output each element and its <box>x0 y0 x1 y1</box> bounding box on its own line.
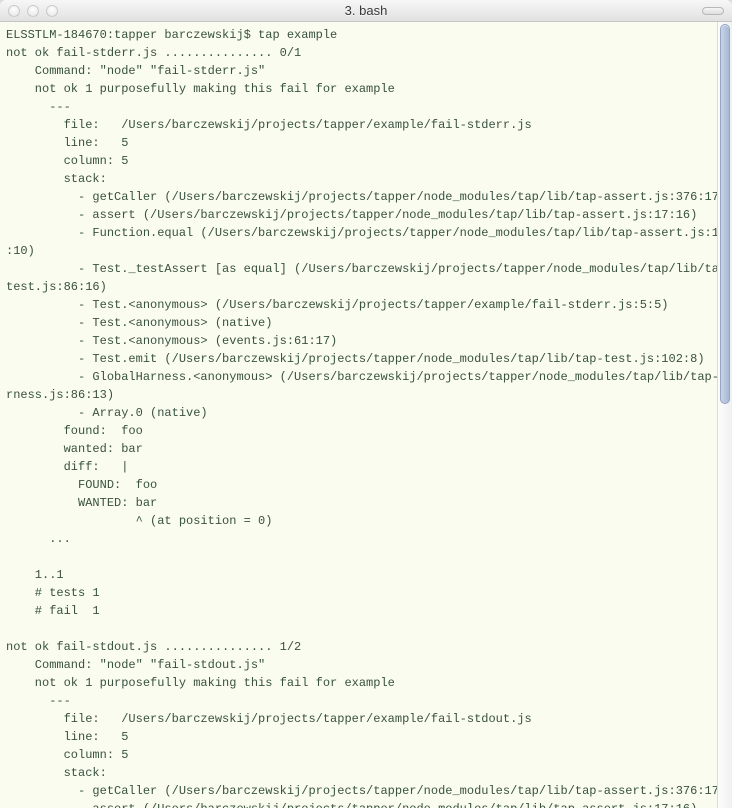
shell-command: tap example <box>258 28 337 42</box>
titlebar[interactable]: 3. bash <box>0 0 732 22</box>
minimize-icon[interactable] <box>27 5 39 17</box>
window-title: 3. bash <box>345 3 388 18</box>
terminal-window: 3. bash ELSSTLM-184670:tapper barczewski… <box>0 0 732 808</box>
scrollbar-thumb[interactable] <box>720 24 730 404</box>
shell-prompt: ELSSTLM-184670:tapper barczewskij$ <box>6 28 251 42</box>
toolbar-pill-icon[interactable] <box>702 7 724 15</box>
scrollbar-track[interactable] <box>717 22 732 808</box>
traffic-lights <box>8 5 58 17</box>
content-area: ELSSTLM-184670:tapper barczewskij$ tap e… <box>0 22 732 808</box>
output-lines: not ok fail-stderr.js ............... 0/… <box>6 46 717 808</box>
terminal-output[interactable]: ELSSTLM-184670:tapper barczewskij$ tap e… <box>0 22 717 808</box>
close-icon[interactable] <box>8 5 20 17</box>
zoom-icon[interactable] <box>46 5 58 17</box>
